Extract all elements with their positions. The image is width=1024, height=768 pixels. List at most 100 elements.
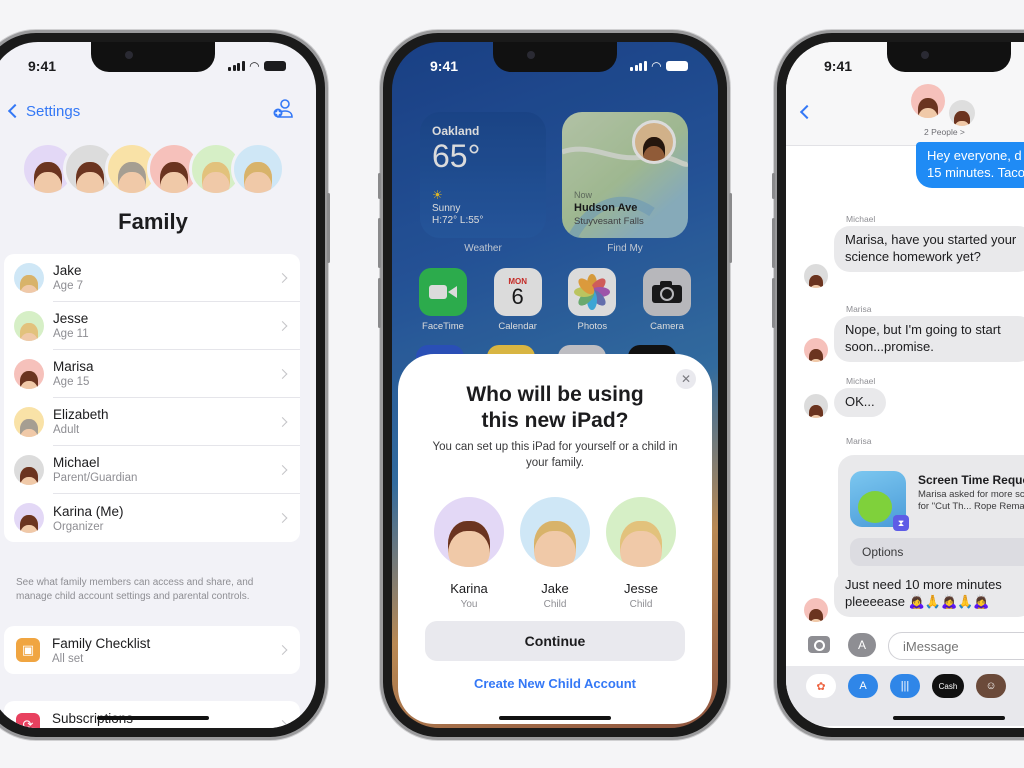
power-button — [327, 193, 330, 263]
member-role: Age 11 — [53, 328, 89, 340]
person-option-karina[interactable]: Karina You — [433, 497, 505, 610]
member-name: Michael — [53, 455, 100, 470]
person-option-jesse[interactable]: Jesse Child — [605, 497, 677, 610]
status-time: 9:41 — [28, 58, 57, 74]
avatar — [804, 394, 828, 418]
wifi-icon: ◠ — [249, 59, 259, 73]
home-indicator[interactable] — [499, 716, 611, 720]
message-text: Hey everyone, d — [927, 148, 1022, 163]
home-screen: 9:41 ◠ Oakland 65° ☀ Sunny H:72° L:55° W… — [392, 42, 718, 728]
member-role: Parent/Guardian — [53, 472, 138, 484]
volume-down-button — [378, 278, 381, 328]
member-row-elizabeth[interactable]: Elizabeth Adult — [4, 398, 300, 446]
person-option-jake[interactable]: Jake Child — [519, 497, 591, 610]
avatar — [14, 503, 44, 533]
create-child-account-link[interactable]: Create New Child Account — [398, 676, 712, 691]
battery-icon — [666, 61, 688, 71]
notch — [887, 42, 1011, 72]
family-checklist-row[interactable]: ▣ Family Checklist All set — [4, 626, 300, 674]
group-details-link[interactable]: 2 People > — [924, 127, 965, 137]
checklist-title: Family Checklist — [52, 635, 151, 651]
subscriptions-icon: ⟳ — [16, 713, 40, 728]
member-row-michael[interactable]: Michael Parent/Guardian — [4, 446, 300, 494]
volume-down-button — [772, 278, 775, 328]
phone-messages: 9:41 2 People > Hey everyone, d 15 minut… — [772, 30, 1024, 740]
member-name: Jake — [53, 263, 82, 278]
member-row-marisa[interactable]: Marisa Age 15 — [4, 350, 300, 398]
appstore-icon[interactable]: A — [848, 674, 878, 698]
avatar — [804, 338, 828, 362]
memoji-icon[interactable]: ☺ — [976, 674, 1006, 698]
checklist-icon: ▣ — [16, 638, 40, 662]
continue-button[interactable]: Continue — [425, 621, 685, 661]
camera-icon[interactable] — [808, 636, 830, 653]
sheet-description: You can set up this iPad for yourself or… — [432, 441, 678, 470]
power-button — [729, 193, 732, 263]
avatar — [14, 359, 44, 389]
back-button[interactable] — [799, 104, 815, 122]
mute-switch — [772, 173, 775, 199]
composer-bar: A — [786, 630, 1024, 662]
subscriptions-subtitle: 3 subscriptions — [52, 728, 300, 729]
home-indicator[interactable] — [97, 716, 209, 720]
audio-icon[interactable]: ||| — [890, 674, 920, 698]
photos-icon[interactable]: ✿ — [806, 674, 836, 698]
person-add-icon[interactable] — [272, 98, 294, 124]
members-list: Jake Age 7 Jesse Age 11 Marisa Age 15 Eliza… — [4, 254, 300, 542]
cellular-icon — [630, 61, 647, 71]
avatar — [14, 311, 44, 341]
member-row-jake[interactable]: Jake Age 7 — [4, 254, 300, 302]
wifi-icon: ◠ — [651, 59, 661, 73]
sender-name: Marisa — [846, 436, 872, 446]
screen-time-body: Marisa asked for more screen time for "C… — [918, 489, 1024, 513]
checklist-group: ▣ Family Checklist All set — [4, 626, 300, 674]
footer-note: See what family members can access and s… — [16, 577, 254, 602]
message-bubble[interactable]: Marisa, have you started your science ho… — [834, 226, 1024, 272]
avatar — [231, 142, 285, 196]
avatar — [434, 497, 504, 568]
member-role: Organizer — [53, 520, 104, 533]
family-avatars — [0, 142, 316, 196]
message-text: 15 minutes. Taco — [927, 164, 1024, 180]
nav-bar: Settings — [7, 98, 294, 124]
phone-ipad-setup: 9:41 ◠ Oakland 65° ☀ Sunny H:72° L:55° W… — [378, 30, 732, 740]
message-bubble[interactable]: Nope, but I'm going to start soon...prom… — [834, 316, 1024, 362]
back-button[interactable]: Settings — [7, 102, 81, 120]
sender-name: Michael — [846, 214, 876, 224]
home-indicator[interactable] — [893, 716, 1005, 720]
subscriptions-row[interactable]: ⟳ Subscriptions3 subscriptions — [4, 701, 300, 728]
message-bubble[interactable]: OK... — [834, 388, 886, 417]
person-name: Karina — [450, 581, 488, 597]
back-label: Settings — [26, 102, 81, 120]
sender-name: Marisa — [846, 304, 872, 314]
page-title: Family — [118, 209, 188, 234]
group-avatar-marisa[interactable] — [911, 84, 945, 118]
imessage-input[interactable] — [888, 632, 1024, 660]
message-bubble[interactable]: Just need 10 more minutes pleeeease 🙇‍♀️… — [834, 571, 1024, 617]
chevron-left-icon — [799, 104, 815, 120]
cellular-icon — [228, 61, 245, 71]
chevron-left-icon — [7, 103, 23, 119]
cash-icon[interactable]: Cash — [932, 674, 964, 698]
options-button[interactable]: Options — [850, 538, 1024, 566]
person-name: Jesse — [624, 581, 658, 597]
close-icon: ✕ — [680, 372, 692, 386]
member-role: Age 7 — [53, 280, 84, 292]
member-name: Karina (Me) — [53, 503, 124, 519]
group-avatar-michael[interactable] — [949, 100, 975, 126]
avatar — [804, 264, 828, 288]
member-row-jesse[interactable]: Jesse Age 11 — [4, 302, 300, 350]
appstore-icon: A — [857, 638, 866, 652]
phone-family-settings: 9:41 ◠ Settings Family Jake Age 7 Jesse … — [0, 30, 330, 740]
setup-sheet: ✕ Who will be using this new iPad? You c… — [398, 354, 712, 724]
screen-time-request-card[interactable]: ⧗ Screen Time Reque... Marisa asked for … — [838, 455, 1024, 590]
message-bubble-outgoing[interactable]: Hey everyone, d 15 minutes. Taco — [916, 142, 1024, 188]
checklist-subtitle: All set — [52, 652, 84, 665]
member-row-karina[interactable]: Karina (Me) Organizer — [4, 494, 300, 542]
member-role: Adult — [53, 424, 80, 436]
member-name: Marisa — [53, 359, 94, 374]
avatar — [14, 455, 44, 485]
close-button[interactable]: ✕ — [676, 369, 696, 389]
avatar — [520, 497, 590, 568]
apps-button[interactable]: A — [848, 633, 876, 657]
